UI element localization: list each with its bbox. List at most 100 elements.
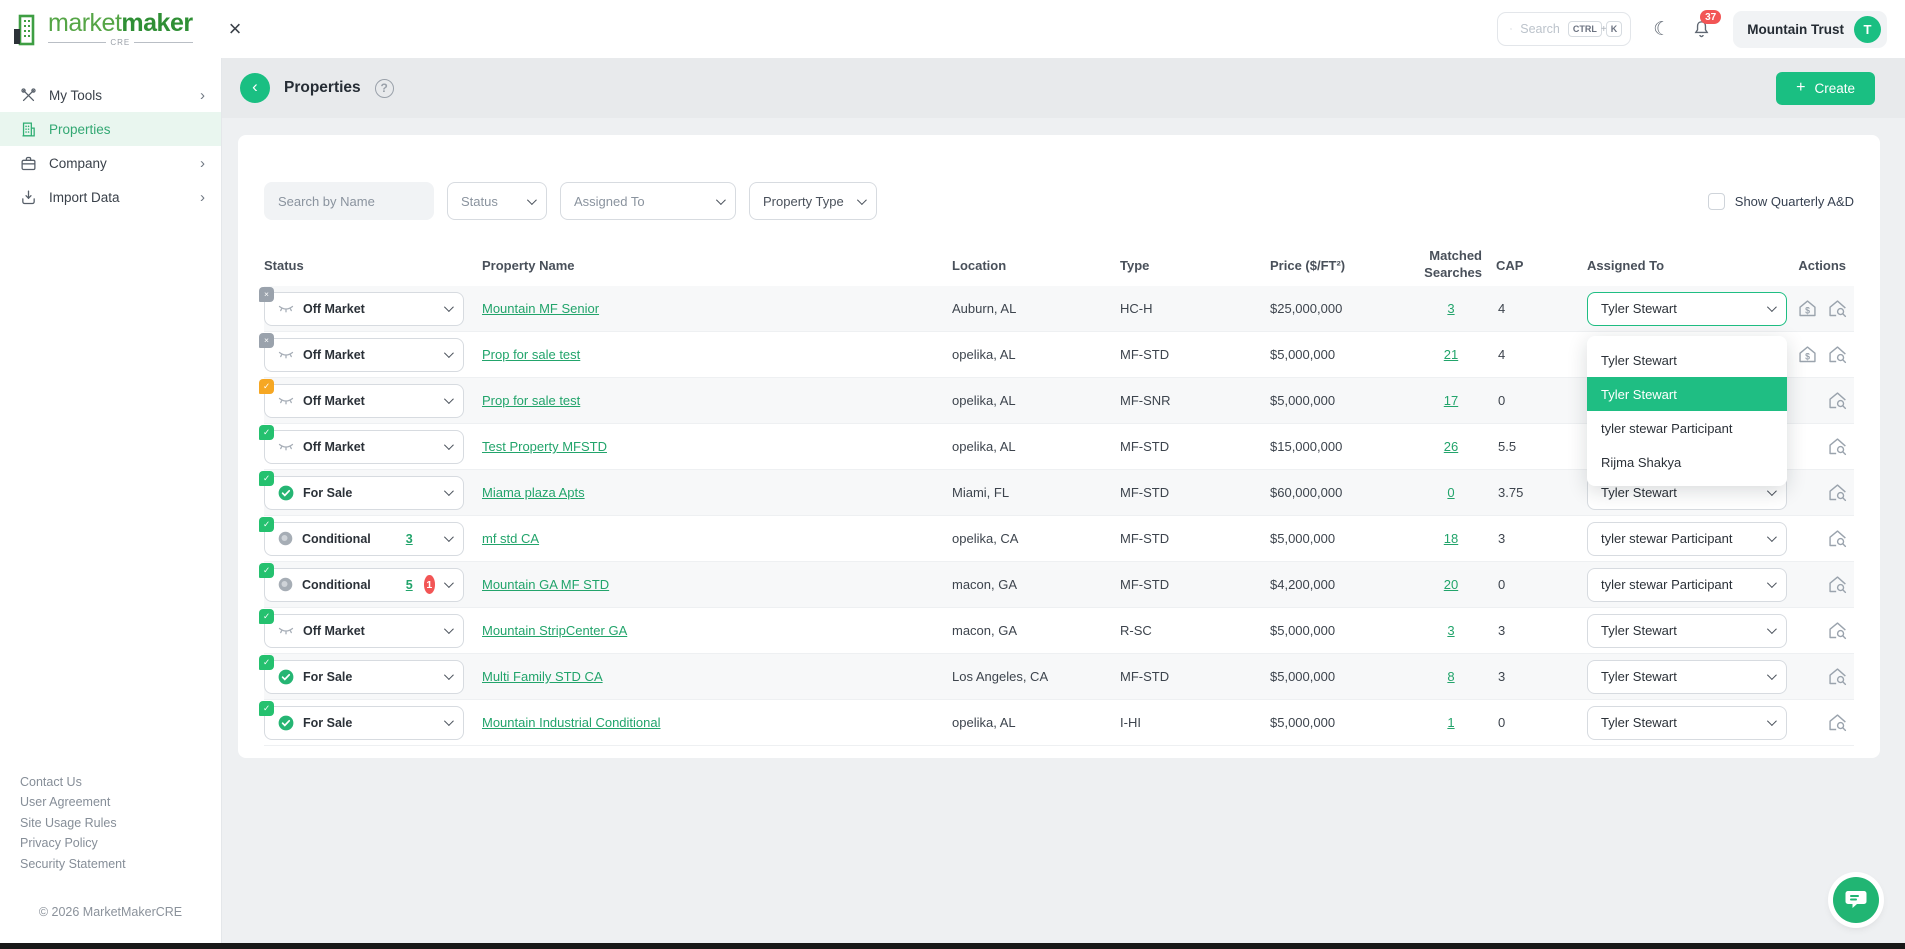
search-by-name-input[interactable] (264, 182, 434, 220)
check-circle-icon (278, 715, 294, 731)
close-icon[interactable]: × (229, 18, 242, 40)
table-header: Status Property Name Location Type Price… (264, 244, 1854, 286)
status-select[interactable]: × Off Market (264, 338, 464, 372)
house-search-icon[interactable] (1827, 528, 1848, 549)
back-button[interactable]: ‹ (240, 73, 270, 103)
table-row: ✓ Off Market Mountain StripCenter GAmaco… (264, 608, 1854, 654)
house-search-icon[interactable] (1827, 666, 1848, 687)
property-name-link[interactable]: Mountain Industrial Conditional (482, 715, 661, 730)
matched-searches-link[interactable]: 21 (1444, 347, 1458, 362)
user-menu[interactable]: Mountain Trust T (1733, 11, 1887, 48)
house-search-icon[interactable] (1827, 620, 1848, 641)
assigned-to-select[interactable]: Tyler Stewart (1587, 660, 1787, 694)
assigned-option[interactable]: tyler stewar Participant (1587, 411, 1787, 445)
house-search-icon[interactable] (1827, 390, 1848, 411)
house-search-icon[interactable] (1827, 298, 1848, 319)
status-select[interactable]: ✓ Conditional 3 (264, 522, 464, 556)
matched-searches-link[interactable]: 20 (1444, 577, 1458, 592)
actions-cell (1792, 436, 1854, 457)
property-name-link[interactable]: Test Property MFSTD (482, 439, 607, 454)
matched-searches-link[interactable]: 26 (1444, 439, 1458, 454)
status-select[interactable]: ✓ Off Market (264, 614, 464, 648)
sidebar-item-import-data[interactable]: Import Data › (0, 180, 221, 214)
conditional-count-link[interactable]: 3 (406, 532, 413, 546)
status-corner-badge-gray-x: × (259, 287, 274, 302)
assigned-to-select[interactable]: tyler stewar Participant (1587, 522, 1787, 556)
conditional-count-link[interactable]: 5 (406, 578, 413, 592)
matched-searches-link[interactable]: 3 (1447, 301, 1454, 316)
matched-searches-link[interactable]: 0 (1447, 485, 1454, 500)
property-name-link[interactable]: Mountain GA MF STD (482, 577, 609, 592)
help-icon[interactable]: ? (375, 79, 394, 98)
page-title: Properties (284, 79, 361, 97)
property-name-link[interactable]: mf std CA (482, 531, 539, 546)
house-search-icon[interactable] (1827, 482, 1848, 503)
notifications-button[interactable]: 37 (1692, 19, 1711, 39)
footer-link-contact-us[interactable]: Contact Us (20, 772, 221, 793)
sidebar-item-my-tools[interactable]: My Tools › (0, 78, 221, 112)
status-select[interactable]: ✓ For Sale (264, 660, 464, 694)
eye-closed-icon (278, 349, 294, 361)
assigned-option[interactable]: Tyler Stewart (1587, 377, 1787, 411)
status-select[interactable]: ✓ For Sale (264, 476, 464, 510)
app-logo[interactable]: marketmaker CRE (12, 11, 193, 47)
house-dollar-icon[interactable]: $ (1797, 344, 1818, 365)
cap-cell: 3 (1482, 623, 1587, 638)
assigned-option[interactable]: Rijma Shakya (1587, 445, 1787, 479)
property-type-filter-select[interactable]: Property Type (749, 182, 877, 220)
sidebar-item-label: Import Data (49, 190, 188, 205)
assigned-to-select[interactable]: Tyler Stewart (1587, 614, 1787, 648)
actions-cell: $ (1792, 298, 1854, 319)
footer-link-security-statement[interactable]: Security Statement (20, 854, 221, 875)
footer-link-site-usage-rules[interactable]: Site Usage Rules (20, 813, 221, 834)
global-search-input[interactable]: Search CTRL+K (1497, 12, 1631, 46)
column-header-actions: Actions (1792, 258, 1854, 273)
location-cell: opelika, AL (952, 347, 1120, 362)
status-select[interactable]: × Off Market (264, 292, 464, 326)
matched-searches-link[interactable]: 17 (1444, 393, 1458, 408)
status-select[interactable]: ✓ Conditional 5 1 (264, 568, 464, 602)
matched-searches-link[interactable]: 8 (1447, 669, 1454, 684)
property-name-link[interactable]: Miama plaza Apts (482, 485, 585, 500)
assigned-to-select[interactable]: tyler stewar Participant (1587, 568, 1787, 602)
properties-card: Status Assigned To Property Type Show Qu… (238, 135, 1880, 758)
actions-cell (1792, 666, 1854, 687)
chat-button[interactable] (1833, 877, 1879, 923)
house-search-icon[interactable] (1827, 574, 1848, 595)
status-select[interactable]: ✓ Off Market (264, 384, 464, 418)
create-button[interactable]: + Create (1776, 72, 1875, 105)
sidebar-item-properties[interactable]: Properties (0, 112, 221, 146)
property-name-link[interactable]: Multi Family STD CA (482, 669, 603, 684)
assigned-to-filter-select[interactable]: Assigned To (560, 182, 736, 220)
dark-mode-toggle-icon[interactable]: ☾ (1653, 18, 1670, 41)
property-name-link[interactable]: Prop for sale test (482, 393, 580, 408)
status-corner-badge-green-check: ✓ (259, 563, 274, 578)
house-dollar-icon[interactable]: $ (1797, 298, 1818, 319)
footer-link-privacy-policy[interactable]: Privacy Policy (20, 833, 221, 854)
property-name-link[interactable]: Mountain MF Senior (482, 301, 599, 316)
price-cell: $5,000,000 (1270, 531, 1420, 546)
assigned-to-select[interactable]: Tyler Stewart (1587, 292, 1787, 326)
assigned-to-select[interactable]: Tyler Stewart (1587, 706, 1787, 740)
location-cell: opelika, AL (952, 715, 1120, 730)
price-cell: $5,000,000 (1270, 623, 1420, 638)
property-name-link[interactable]: Mountain StripCenter GA (482, 623, 627, 638)
status-filter-select[interactable]: Status (447, 182, 547, 220)
property-name-link[interactable]: Prop for sale test (482, 347, 580, 362)
filter-bar: Status Assigned To Property Type Show Qu… (264, 182, 1854, 220)
status-select[interactable]: ✓ For Sale (264, 706, 464, 740)
footer-link-user-agreement[interactable]: User Agreement (20, 792, 221, 813)
assigned-option[interactable]: Tyler Stewart (1587, 343, 1787, 377)
main-content: ‹ Properties ? + Create Status Assigned … (222, 58, 1905, 949)
show-quarterly-checkbox[interactable] (1708, 193, 1725, 210)
sidebar-item-label: Properties (49, 122, 205, 137)
matched-searches-link[interactable]: 1 (1447, 715, 1454, 730)
chevron-down-icon (444, 578, 454, 588)
house-search-icon[interactable] (1827, 436, 1848, 457)
matched-searches-link[interactable]: 3 (1447, 623, 1454, 638)
status-select[interactable]: ✓ Off Market (264, 430, 464, 464)
matched-searches-link[interactable]: 18 (1444, 531, 1458, 546)
sidebar-item-company[interactable]: Company › (0, 146, 221, 180)
house-search-icon[interactable] (1827, 344, 1848, 365)
house-search-icon[interactable] (1827, 712, 1848, 733)
